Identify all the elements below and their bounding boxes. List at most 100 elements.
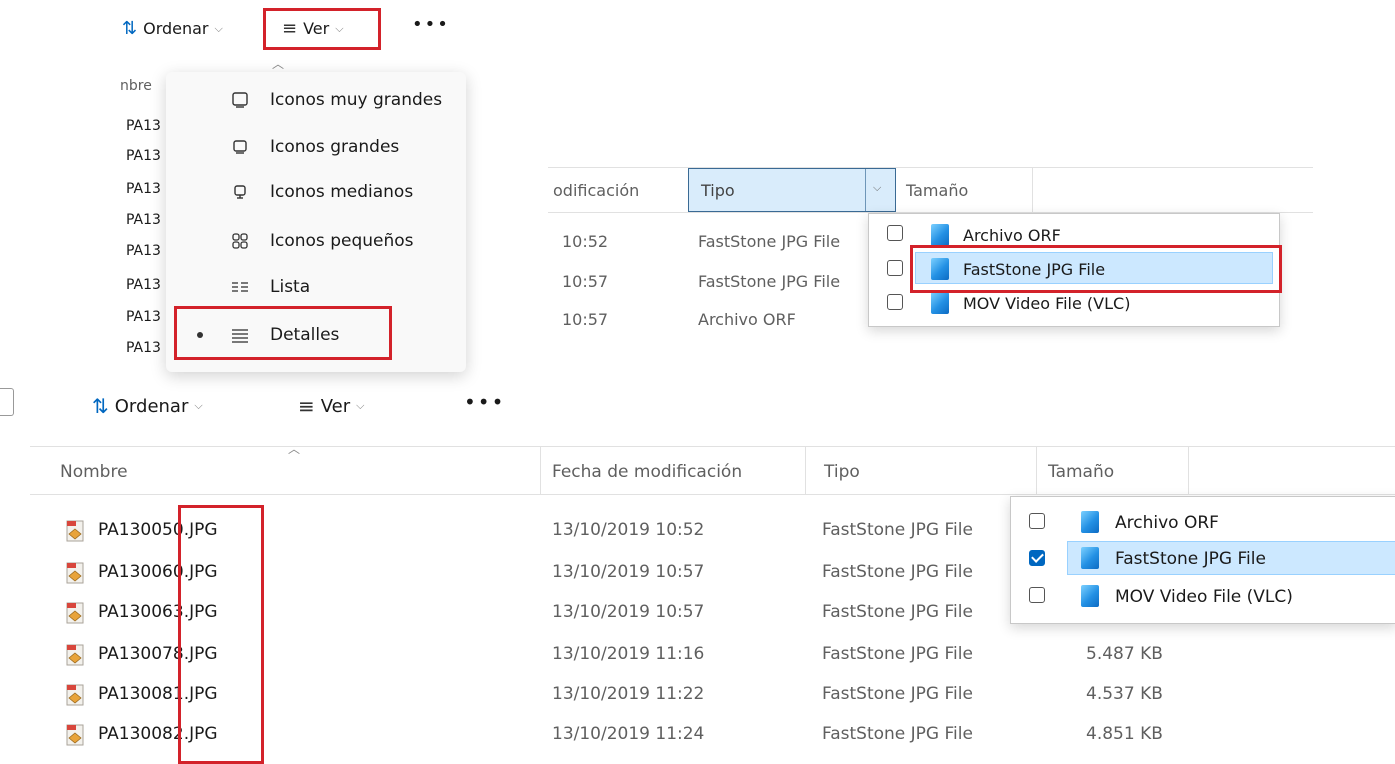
cell-modified: 13/10/2019 11:16 [552,644,705,664]
name-column-header-partial: nbre [120,78,152,94]
sort-button[interactable]: ⇅ Ordenar ⌵ [92,394,203,418]
checkbox[interactable] [1029,513,1045,529]
cell-size: 5.487 KB [1086,644,1163,664]
list-item[interactable]: PA13 [126,148,161,164]
more-options-button[interactable]: ••• [464,390,505,414]
checkbox[interactable] [887,294,903,310]
modified-column-header[interactable]: Fecha de modificación [552,462,742,482]
menu-item-label: Iconos pequeños [270,231,414,251]
list-item[interactable]: PA13 [126,309,161,325]
cell-modified: 10:57 [562,310,609,329]
cell-type: FastStone JPG File [822,602,973,622]
cell-type: FastStone JPG File [822,684,973,704]
filter-option-faststone-jpg[interactable]: FastStone JPG File [1011,542,1395,574]
chevron-down-icon: ⌵ [194,399,203,412]
list-item[interactable]: PA13 [126,340,161,356]
type-column-header[interactable]: Tipo [824,462,860,482]
sort-arrows-icon: ⇅ [122,18,138,39]
menu-item-extra-large-icons[interactable]: Iconos muy grandes [166,77,466,123]
checkbox[interactable] [887,225,903,241]
jpg-file-icon [66,562,84,584]
highlight-view-button [263,8,381,50]
cell-type: FastStone JPG File [822,724,973,744]
monitor-m-icon [234,185,246,199]
menu-item-label: Iconos muy grandes [270,90,443,110]
cell-type: FastStone JPG File [822,644,973,664]
sort-button[interactable]: ⇅ Ordenar ⌵ [122,18,223,39]
filter-option-orf[interactable]: Archivo ORF [1011,507,1395,539]
cell-type: FastStone JPG File [822,562,973,582]
header-divider [1188,446,1189,494]
header-divider [1032,168,1033,212]
file-type-icon [1081,547,1099,569]
list-item[interactable]: PA13 [126,212,161,228]
filter-option-label: Archivo ORF [1115,513,1219,533]
size-column-header[interactable]: Tamaño [1048,462,1114,482]
checkbox[interactable] [1029,587,1045,603]
menu-item-large-icons[interactable]: Iconos grandes [166,124,466,170]
highlight-details-item [174,306,392,360]
jpg-file-icon [66,520,84,542]
menu-item-label: Iconos medianos [270,182,414,202]
file-type-icon [1081,511,1099,533]
name-column-header[interactable]: Nombre [60,462,128,482]
header-divider [1036,446,1037,494]
menu-item-label: Iconos grandes [270,137,400,157]
list-item[interactable]: PA13 [126,181,161,197]
type-column-label: Tipo [701,181,735,200]
chevron-down-icon: ⌵ [356,399,365,412]
sort-arrows-icon: ⇅ [92,394,109,418]
monitor-l-icon [233,140,247,154]
file-type-icon [931,292,949,314]
menu-item-small-icons[interactable]: Iconos pequeños [166,218,466,264]
jpg-file-icon [66,684,84,706]
cell-modified: 10:57 [562,272,609,291]
sort-button-label: Ordenar [114,395,189,417]
size-column-header[interactable]: Tamaño [906,181,968,200]
more-options-button[interactable]: ••• [412,14,450,35]
cell-modified: 13/10/2019 11:22 [552,684,705,704]
filter-option-label: MOV Video File (VLC) [963,294,1131,313]
sort-button-label: Ordenar [143,19,209,38]
cell-type: FastStone JPG File [822,520,973,540]
header-top-line [30,446,1395,447]
header-divider [865,169,866,211]
cell-type: FastStone JPG File [698,232,841,251]
file-type-icon [931,224,949,246]
filter-option-mov[interactable]: MOV Video File (VLC) [1011,581,1395,613]
type-column-header[interactable]: Tipo ⌵ [688,168,896,212]
highlight-filename-digits [178,505,264,764]
monitor-xl-icon [232,92,248,108]
trash-icon[interactable] [0,388,14,416]
list-item[interactable]: PA13 [126,118,161,134]
header-top-line [548,167,1313,168]
list-item[interactable]: PA13 [126,277,161,293]
header-divider [540,446,541,494]
menu-item-list[interactable]: Lista [166,264,466,310]
cell-modified: 10:52 [562,232,609,251]
cell-modified: 13/10/2019 10:57 [552,562,705,582]
cell-modified: 13/10/2019 11:24 [552,724,705,744]
modified-column-header-partial[interactable]: odificación [553,181,639,200]
cell-type: FastStone JPG File [698,272,841,291]
file-type-icon [1081,585,1099,607]
header-divider [805,446,806,494]
cell-size: 4.851 KB [1086,724,1163,744]
filter-option-label: Archivo ORF [963,226,1061,245]
checkbox[interactable] [887,260,903,276]
type-filter-popup: Archivo ORF FastStone JPG File MOV Video… [1010,496,1395,624]
cell-type: Archivo ORF [698,310,796,329]
view-button[interactable]: ≡ Ver ⌵ [298,394,365,418]
filter-dropdown-chevron-icon[interactable]: ⌵ [873,181,881,195]
highlight-faststone-option [910,245,1282,293]
grid-small-icon [232,233,248,249]
menu-item-medium-icons[interactable]: Iconos medianos [166,169,466,215]
header-bottom-line [30,494,1395,495]
checkbox-checked[interactable] [1029,550,1045,566]
cell-modified: 13/10/2019 10:52 [552,520,705,540]
list-item[interactable]: PA13 [126,243,161,259]
jpg-file-icon [66,724,84,746]
jpg-file-icon [66,644,84,666]
view-button-label: Ver [320,395,351,417]
jpg-file-icon [66,602,84,624]
